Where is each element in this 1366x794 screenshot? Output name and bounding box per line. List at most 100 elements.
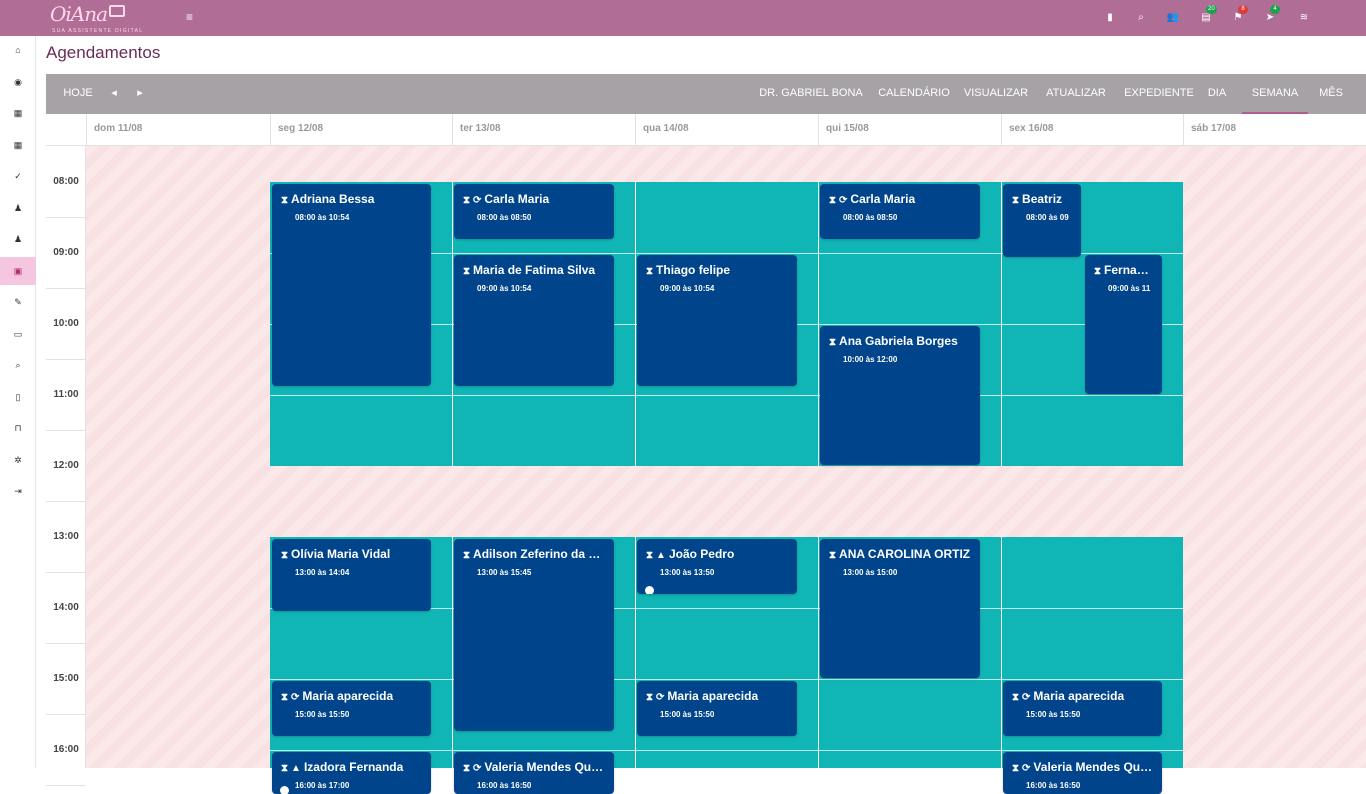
clipboard-icon[interactable]: ▤20 (1198, 10, 1214, 26)
day-header: dom 11/08 (86, 114, 270, 146)
appointment-event[interactable]: ⧗⟳Maria aparecida15:00 às 15:50 (637, 681, 797, 737)
refresh-button[interactable]: ATUALIZAR (1042, 74, 1110, 114)
prev-week-icon[interactable]: ◂ (106, 74, 122, 114)
appointment-title: ⧗Ana Gabriela Borges (829, 334, 974, 348)
brand-tagline: SUA ASSISTENTE DIGITAL (52, 28, 143, 34)
cart-icon[interactable]: ⊓ (0, 414, 36, 442)
month-view-tab[interactable]: MÊS (1312, 74, 1350, 114)
recurring-icon: ⟳ (839, 195, 847, 206)
schedule-button[interactable]: EXPEDIENTE (1122, 74, 1196, 114)
rocket-icon[interactable]: ➤4 (1262, 10, 1278, 26)
day-gridline (818, 182, 819, 466)
time-gridline (46, 359, 86, 360)
appointment-title: ⧗Olívia Maria Vidal (281, 547, 425, 561)
appointment-event[interactable]: ⧗Beatriz08:00 às 09 (1003, 184, 1081, 258)
appointment-event[interactable]: ⧗▲Izadora Fernanda16:00 às 17:00 (272, 752, 431, 794)
logout-icon[interactable]: ⇥ (0, 477, 36, 505)
day-header: sáb 17/08 (1183, 114, 1366, 146)
day-gridline (635, 537, 636, 769)
time-gridline (46, 643, 86, 644)
next-week-icon[interactable]: ▸ (132, 74, 148, 114)
appointment-event[interactable]: ⧗⟳Maria aparecida15:00 às 15:50 (272, 681, 431, 737)
appointment-event[interactable]: ⧗Olívia Maria Vidal13:00 às 14:04 (272, 539, 431, 612)
view-button[interactable]: VISUALIZAR (962, 74, 1030, 114)
flag-icon[interactable]: ⚑8 (1230, 10, 1246, 26)
users-icon[interactable]: ♟ (0, 194, 36, 222)
appointment-event[interactable]: ⧗Adriana Bessa08:00 às 10:54 (272, 184, 431, 387)
week-view-tab[interactable]: SEMANA (1242, 74, 1308, 114)
recurring-icon: ⟳ (473, 763, 481, 774)
hourglass-icon: ⧗ (281, 195, 288, 206)
globe-icon[interactable]: ◉ (0, 68, 36, 96)
appointment-event[interactable]: ⧗ANA CAROLINA ORTIZ13:00 às 15:00 (820, 539, 980, 678)
hourglass-icon: ⧗ (281, 692, 288, 703)
time-label: 14:00 (46, 602, 86, 613)
user-plus-icon[interactable]: ♟ (0, 225, 36, 253)
appointment-event[interactable]: ⧗⟳Carla Maria08:00 às 08:50 (454, 184, 614, 240)
patient-name: Maria de Fatima Silva (473, 263, 595, 277)
appointment-event[interactable]: ⧗Thiago felipe09:00 às 10:54 (637, 255, 797, 387)
recurring-icon: ⟳ (1022, 763, 1030, 774)
search-icon[interactable]: ⌕ (0, 351, 36, 379)
hourglass-icon: ⧗ (646, 266, 653, 277)
appointment-event[interactable]: ⧗Adilson Zeferino da Silva13:00 às 15:45 (454, 539, 614, 731)
day-gridline (1001, 537, 1002, 769)
patient-name: João Pedro (669, 547, 734, 561)
time-label: 11:00 (46, 389, 86, 400)
time-gridline (46, 217, 86, 218)
users-icon[interactable]: 👥 (1165, 10, 1181, 26)
patient-name: Olívia Maria Vidal (291, 547, 390, 561)
status-dot-icon[interactable] (645, 586, 654, 594)
calendar-icon[interactable]: ▦ (0, 99, 36, 127)
day-gridline (1001, 182, 1002, 466)
hourglass-icon: ⧗ (1094, 266, 1101, 277)
status-dot-icon[interactable] (280, 786, 289, 794)
day-view-tab[interactable]: DIA (1202, 74, 1232, 114)
home-icon[interactable]: ⌂ (0, 36, 36, 64)
calendar-plus-icon[interactable]: ▦ (0, 131, 36, 159)
time-label: 15:00 (46, 673, 86, 684)
menu-toggle-icon[interactable]: ≡ (186, 10, 193, 24)
appointment-title: ⧗⟳Maria aparecida (646, 689, 791, 703)
appointment-title: ⧗Beatriz (1012, 192, 1075, 206)
hourglass-icon: ⧗ (646, 550, 653, 561)
appointment-time: 15:00 às 15:50 (295, 710, 349, 719)
appointment-event[interactable]: ⧗⟳Carla Maria08:00 às 08:50 (820, 184, 980, 240)
appointment-time: 09:00 às 10:54 (477, 284, 531, 293)
appointment-event[interactable]: ⧗Ana Gabriela Borges10:00 às 12:00 (820, 326, 980, 465)
money-icon[interactable]: ▣ (0, 257, 36, 285)
doctor-selector[interactable]: DR. GABRIEL BONA (756, 74, 866, 114)
appointment-event[interactable]: ⧗Maria de Fatima Silva09:00 às 10:54 (454, 255, 614, 387)
search-icon[interactable]: ⌕ (1133, 10, 1149, 26)
appointment-event[interactable]: ⧗⟳Valeria Mendes Queiroz16:00 às 16:50 (454, 752, 614, 794)
calculator-icon[interactable]: ▮ (1102, 10, 1118, 26)
notification-badge: 20 (1206, 5, 1217, 14)
brand-logo[interactable]: OiAna SUA ASSISTENTE DIGITAL (50, 2, 125, 26)
edit-icon[interactable]: ✎ (0, 288, 36, 316)
time-label: 16:00 (46, 744, 86, 755)
week-calendar: dom 11/08seg 12/08ter 13/08qua 14/08qui … (46, 114, 1366, 768)
hourglass-icon: ⧗ (463, 763, 470, 774)
hourglass-icon: ⧗ (829, 337, 836, 348)
appointment-event[interactable]: ⧗Fernanda09:00 às 11 (1085, 255, 1162, 394)
check-icon[interactable]: ✓ (0, 162, 36, 190)
calendar-button[interactable]: CALENDÁRIO (874, 74, 954, 114)
hour-gridline (270, 679, 1183, 680)
gear-icon[interactable]: ✲ (0, 446, 36, 474)
patient-name: Adriana Bessa (291, 192, 374, 206)
appointment-time: 16:00 às 16:50 (1026, 781, 1080, 790)
appointment-event[interactable]: ⧗▲João Pedro13:00 às 13:50 (637, 539, 797, 595)
wifi-icon[interactable]: ≋ (1296, 10, 1312, 26)
time-label: 08:00 (46, 176, 86, 187)
day-gridline (818, 537, 819, 769)
appointment-title: ⧗ANA CAROLINA ORTIZ (829, 547, 974, 561)
file-icon[interactable]: ▯ (0, 383, 36, 411)
wallet-icon[interactable]: ▭ (0, 320, 36, 348)
appointment-event[interactable]: ⧗⟳Maria aparecida15:00 às 15:50 (1003, 681, 1162, 737)
time-gridline (46, 430, 86, 431)
appointment-event[interactable]: ⧗⟳Valeria Mendes Queiroz16:00 às 16:50 (1003, 752, 1162, 794)
appointment-time: 08:00 às 08:50 (843, 213, 897, 222)
time-label: 09:00 (46, 247, 86, 258)
today-button[interactable]: HOJE (56, 74, 100, 114)
patient-name: Thiago felipe (656, 263, 730, 277)
